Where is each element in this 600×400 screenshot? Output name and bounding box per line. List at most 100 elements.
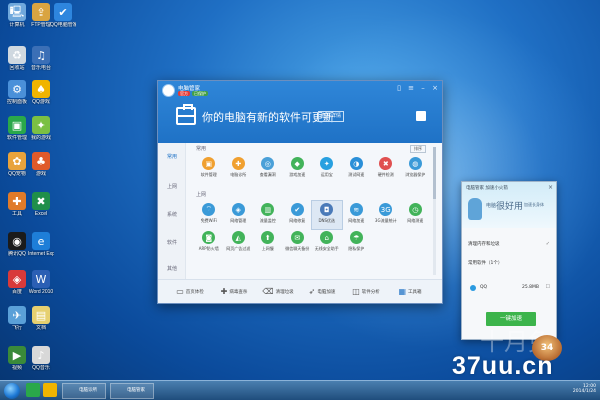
tool-item[interactable]: 3G 3G流量统计 xyxy=(371,201,401,229)
tool-item[interactable]: ◙ ARP防火墙 xyxy=(194,229,224,257)
tool-item[interactable]: ◑ 测试网速 xyxy=(342,155,372,183)
sidebar-item[interactable]: 其他 xyxy=(158,265,186,272)
desktop-shortcut[interactable]: W Word 2010 xyxy=(28,270,54,295)
bottom-nav-item[interactable]: ▭ 首页体检 xyxy=(168,280,212,303)
tool-item[interactable]: ◎ 查看漏洞 xyxy=(253,155,283,183)
content-scrollbar[interactable] xyxy=(433,147,436,275)
desktop-shortcut[interactable]: ✔ QQ电脑管家 xyxy=(50,3,76,28)
software-icon: ▣ xyxy=(202,157,216,170)
desktop-shortcut[interactable]: ▤ 文档 xyxy=(28,306,54,331)
desktop-shortcut-label: 回收站 xyxy=(9,65,25,71)
desktop-shortcut[interactable]: ✈ 飞行 xyxy=(4,306,30,331)
rocket-icon: ➶ xyxy=(308,287,316,296)
clean-memory-row: 清理内存和垃圾 xyxy=(468,242,500,247)
tool-label: 网页广告过滤 xyxy=(226,246,251,251)
ie-icon[interactable] xyxy=(26,383,40,397)
desktop-shortcut[interactable]: ⚙ 控制面板 xyxy=(4,80,30,105)
taskbar-task-manager[interactable]: 电脑管家 xyxy=(110,383,154,399)
process-name: QQ xyxy=(480,285,488,290)
status-badges: 官方 已保护 xyxy=(178,91,208,96)
desktop-shortcut[interactable]: ◈ 百度 xyxy=(4,270,30,295)
desktop-shortcut[interactable]: ✦ 我的游戏 xyxy=(28,116,54,141)
tool-item[interactable]: ◭ 网页广告过滤 xyxy=(224,229,254,257)
minimize-icon[interactable]: – xyxy=(419,84,427,92)
desktop-shortcut[interactable]: ♣ 游戏 xyxy=(28,152,54,177)
tool-item[interactable]: ✦ 运用宝 xyxy=(312,155,342,183)
tool-item[interactable]: ◷ 网络测速 xyxy=(401,201,431,229)
view-details-button[interactable]: 查看详情 xyxy=(318,111,344,122)
sidebar-item[interactable]: 软件 xyxy=(158,239,186,246)
bottom-nav-item[interactable]: ✚ 病毒查杀 xyxy=(212,280,256,303)
bottom-nav-item[interactable]: ▦ 工具箱 xyxy=(388,280,432,303)
category-sidebar: 常用上网系统软件其他 xyxy=(158,143,186,281)
tool-item[interactable]: ≋ 网络加速 xyxy=(342,201,372,229)
desktop-shortcut[interactable]: ▶ 视频 xyxy=(4,346,30,371)
tool-item[interactable]: ⌂ 无线安全助手 xyxy=(312,229,342,257)
taskbar-task-clinic[interactable]: 电脑诊所 xyxy=(62,383,106,399)
tool-item[interactable]: ✚ 电脑诊所 xyxy=(224,155,254,183)
checkmark-icon[interactable]: ✓ xyxy=(546,241,550,247)
bottom-nav-label: 电脑加速 xyxy=(317,289,336,295)
close-icon[interactable]: × xyxy=(548,184,553,191)
wireless-icon: ⌂ xyxy=(320,231,334,244)
bottom-nav-item[interactable]: ◫ 软件分析 xyxy=(344,280,388,303)
desktop-shortcut[interactable]: ✿ QQ宠物 xyxy=(4,152,30,177)
checkbox-icon[interactable]: ☐ xyxy=(546,284,550,290)
desktop-shortcut-label: 腾讯QQ xyxy=(8,251,26,257)
tool-label: 硬件检测 xyxy=(377,172,394,177)
desktop-shortcut[interactable]: ✚ 工具 xyxy=(4,192,30,217)
dns-icon: ◘ xyxy=(320,203,334,216)
system-clock[interactable]: 12:00 2014/1/24 xyxy=(573,384,596,394)
sidebar-item[interactable]: 上网 xyxy=(158,183,186,190)
desktop-shortcut[interactable]: ♫ 音乐电台 xyxy=(28,46,54,71)
software-icon: ▣ xyxy=(8,116,26,134)
bottom-nav-label: 首页体检 xyxy=(185,289,204,295)
tool-item[interactable]: ⬆ 上网慢 xyxy=(253,229,283,257)
window-header: 电脑管家 官方 已保护 ▯ ≡ – × 你的电脑有新的软件可更新 查看详情 xyxy=(158,81,442,143)
menu-icon[interactable]: ≡ xyxy=(407,84,415,92)
tool-item[interactable]: ✖ 硬件检测 xyxy=(371,155,401,183)
tool-item[interactable]: ◘ DNS优选 xyxy=(311,200,343,230)
sidebar-item[interactable]: 常用 xyxy=(158,153,186,160)
tool-item[interactable]: ◈ 网络管理 xyxy=(224,201,254,229)
desktop-shortcut[interactable]: ♻ 回收站 xyxy=(4,46,30,71)
tool-label: 3G流量统计 xyxy=(374,218,397,223)
bottom-nav-item[interactable]: ➶ 电脑加速 xyxy=(300,280,344,303)
desktop-shortcut[interactable]: ▣ 软件管理 xyxy=(4,116,30,141)
title-bar[interactable]: 电脑管家 官方 已保护 ▯ ≡ – × xyxy=(158,81,442,99)
tool-item[interactable]: ▥ 流量监控 xyxy=(253,201,283,229)
close-icon[interactable]: × xyxy=(431,84,439,92)
tool-item[interactable]: ⌔ 免费WiFi xyxy=(194,201,224,229)
tool-label: 软件管理 xyxy=(200,172,217,177)
sort-button[interactable]: 排序 xyxy=(410,145,426,153)
traffic-icon: ▥ xyxy=(261,203,275,216)
folder-icon[interactable] xyxy=(43,383,57,397)
desktop-shortcut[interactable]: eInternet Explorer xyxy=(28,232,54,257)
desktop-shortcut-label: QQ游戏 xyxy=(32,99,50,105)
desktop-shortcut[interactable]: ◉ 腾讯QQ xyxy=(4,232,30,257)
tool-item[interactable]: ✉ 微信聊天备份 xyxy=(283,229,313,257)
word-icon: W xyxy=(32,270,50,288)
desktop-shortcut-label: Internet Explorer xyxy=(28,251,54,257)
bottom-nav-label: 病毒查杀 xyxy=(229,289,248,295)
tool-item[interactable]: ◆ 游戏加速 xyxy=(283,155,313,183)
desktop-shortcut-label: 计算机 xyxy=(9,22,25,28)
bottom-nav-item[interactable]: ⌫ 清理垃圾 xyxy=(256,280,300,303)
tool-item[interactable]: ☂ 隐私保护 xyxy=(342,229,372,257)
bottom-nav-label: 软件分析 xyxy=(361,289,380,295)
start-button[interactable] xyxy=(4,383,20,399)
desktop-shortcut[interactable]: ✖ Excel xyxy=(28,192,54,217)
tool-label: ARP防火墙 xyxy=(198,246,219,251)
quick-access-icon[interactable] xyxy=(416,111,426,121)
desktop-shortcut[interactable]: ♠ QQ游戏 xyxy=(28,80,54,105)
sidebar-item[interactable]: 系统 xyxy=(158,211,186,218)
desktop-shortcut[interactable]: ♪ QQ音乐 xyxy=(28,346,54,371)
tool-item[interactable]: ✔ 网络修复 xyxy=(283,201,313,229)
desktop-shortcut-label: QQ宠物 xyxy=(8,171,26,177)
tool-item[interactable]: ▣ 软件管理 xyxy=(194,155,224,183)
phone-icon[interactable]: ▯ xyxy=(395,84,403,92)
tool-grid-internet: ⌔ 免费WiFi ◈ 网络管理 ▥ 流量监控 ✔ 网络修复 ◘ DNS优选 ≋ 网络加速 3G 3G流量统… xyxy=(194,200,431,257)
desktop-shortcut-label: 我的游戏 xyxy=(30,135,51,141)
desktop-shortcut[interactable]: 🖳 计算机 xyxy=(4,3,30,28)
tool-item[interactable]: ◍ 浏览器保护 xyxy=(401,155,431,183)
